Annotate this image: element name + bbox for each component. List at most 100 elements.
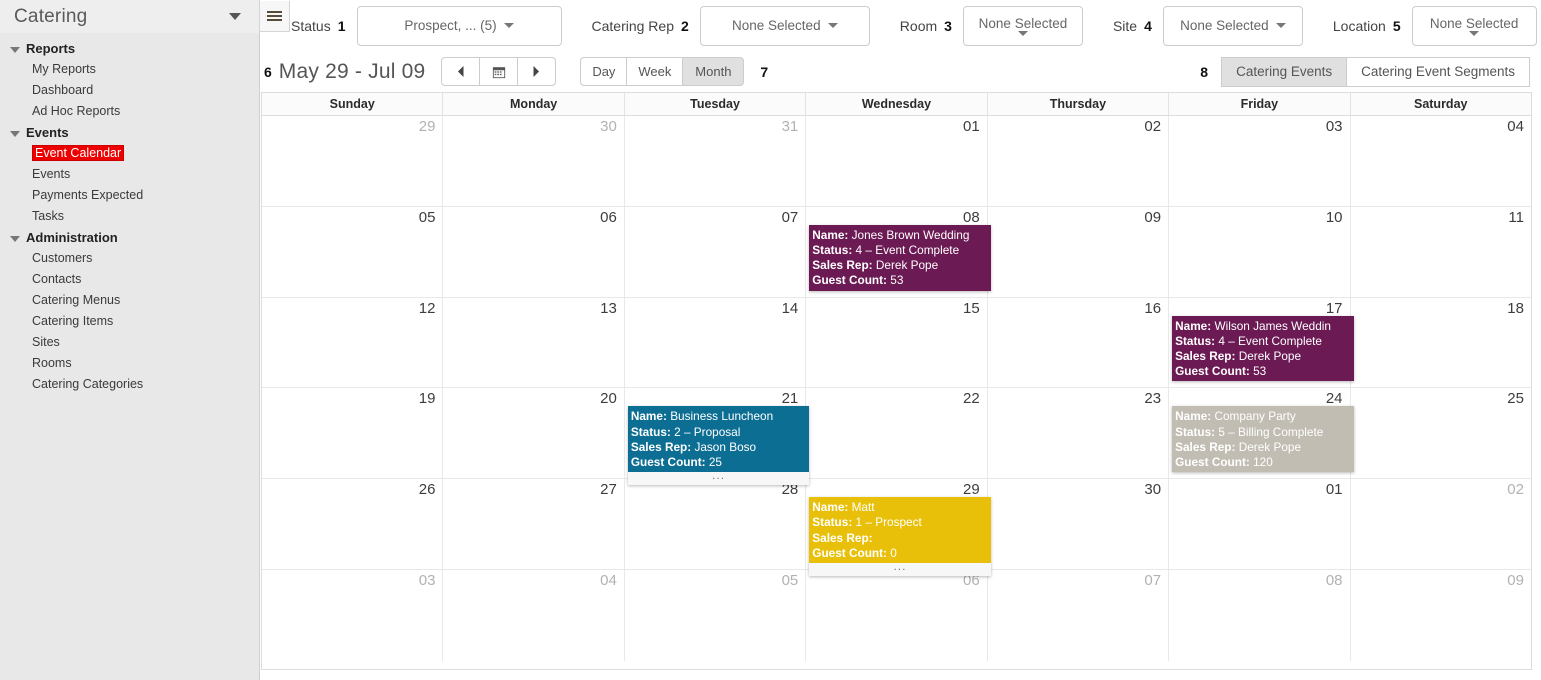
calendar-day-cell[interactable]: 05 (262, 206, 444, 298)
event-field-label: Sales Rep: (812, 530, 873, 545)
calendar-day-cell[interactable]: 07 (624, 206, 807, 298)
calendar-day-cell[interactable]: 06 (443, 206, 625, 298)
calendar-day-cell[interactable]: 17 Name: Wilson James Weddin Status: 4 – E… (1169, 297, 1354, 389)
sidebar-group-administration[interactable]: Administration (0, 227, 259, 248)
status-dropdown[interactable]: Prospect, ... (5) (356, 5, 562, 46)
calendar-day-cell[interactable]: 19 (262, 388, 444, 480)
calendar-day-cell[interactable]: 03 (262, 569, 444, 661)
calendar-event-jones-brown-wedding[interactable]: Name: Jones Brown Wedding Status: 4 – Eve… (809, 224, 991, 291)
chevron-down-icon[interactable] (229, 13, 241, 20)
event-detail-box[interactable]: Name: Jones Brown Wedding Status: 4 – Eve… (809, 224, 991, 291)
view-month-button[interactable]: Month (682, 57, 745, 86)
sidebar-item-dashboard[interactable]: Dashboard (0, 80, 259, 101)
filter-bar: Status 1 Prospect, ... (5) Catering Rep … (261, 0, 1541, 51)
calendar-event-business-luncheon[interactable]: Name: Business Luncheon Status: 2 – Propo… (627, 406, 810, 486)
prev-period-button[interactable] (441, 57, 481, 86)
sidebar-item-label: Catering Categories (32, 377, 144, 391)
calendar-day-cell[interactable]: 29 Name: Matt Status: 1 – Prospect Sales Re… (806, 479, 991, 576)
calendar-day-cell[interactable]: 02 (1350, 479, 1531, 570)
sidebar-item-customers[interactable]: Customers (0, 248, 259, 269)
event-more-indicator[interactable]: ... (809, 560, 990, 576)
sidebar-item-tasks[interactable]: Tasks (0, 206, 259, 227)
calendar-day-cell[interactable]: 22 (806, 388, 988, 480)
calendar-event-company-party[interactable]: Name: Company Party Status: 5 – Billing C… (1172, 406, 1354, 473)
site-dropdown[interactable]: None Selected (1162, 5, 1303, 46)
chevron-down-icon (1275, 23, 1286, 28)
calendar-day-cell[interactable]: 15 (806, 297, 988, 389)
view-week-button[interactable]: Week (626, 57, 684, 86)
sidebar-item-ad-hoc-reports[interactable]: Ad Hoc Reports (0, 101, 259, 122)
sidebar-group-events[interactable]: Events (0, 122, 259, 143)
calendar-day-cell[interactable]: 09 (1351, 570, 1531, 661)
calendar-day-cell[interactable]: 23 (987, 388, 1170, 480)
calendar-day-cell[interactable]: 26 (262, 479, 444, 570)
calendar-event-matt[interactable]: Name: Matt Status: 1 – Prospect Sales Rep:… (809, 497, 991, 576)
calendar-day-cell[interactable]: 11 (1350, 207, 1531, 298)
catering-rep-dropdown[interactable]: None Selected (699, 5, 870, 46)
event-more-indicator[interactable]: ... (628, 469, 809, 485)
tab-catering-events[interactable]: Catering Events (1221, 56, 1348, 87)
sidebar-item-contacts[interactable]: Contacts (0, 269, 259, 290)
calendar-day-cell[interactable]: 03 (1169, 116, 1351, 207)
calendar-day-cell[interactable]: 31 (624, 116, 807, 207)
calendar-day-number: 13 (600, 299, 617, 317)
calendar-day-cell[interactable]: 28 (624, 479, 807, 570)
calendar-day-cell[interactable]: 08 (1169, 569, 1351, 661)
calendar-day-cell[interactable]: 24 Name: Company Party Status: 5 – Billing… (1169, 388, 1354, 480)
sidebar-item-catering-items[interactable]: Catering Items (0, 311, 259, 332)
sidebar-item-catering-categories[interactable]: Catering Categories (0, 374, 259, 395)
event-detail-box[interactable]: Name: Matt Status: 1 – Prospect Sales Rep:… (809, 497, 991, 563)
sidebar-item-label: Rooms (32, 356, 72, 370)
calendar-day-cell[interactable]: 07 (988, 569, 1170, 661)
calendar-day-cell[interactable]: 04 (1350, 116, 1531, 207)
sidebar-item-catering-menus[interactable]: Catering Menus (0, 290, 259, 311)
event-detail-box[interactable]: Name: Wilson James Weddin Status: 4 – Eve… (1172, 315, 1354, 382)
sidebar-item-event-calendar[interactable]: Event Calendar (0, 143, 259, 164)
event-field-label: Guest Count: (1175, 455, 1250, 469)
sidebar-header[interactable]: Catering (0, 0, 259, 33)
calendar-day-cell[interactable]: 04 (443, 569, 625, 661)
location-dropdown[interactable]: None Selected (1411, 5, 1537, 46)
sidebar-item-my-reports[interactable]: My Reports (0, 59, 259, 80)
calendar-day-cell[interactable]: 12 (262, 297, 444, 389)
calendar-day-cell[interactable]: 29 (262, 116, 444, 207)
hamburger-icon[interactable] (259, 1, 290, 32)
event-field-label: Sales Rep: (1175, 439, 1236, 454)
calendar-day-number: 30 (1144, 481, 1162, 499)
event-field-guest-count: Guest Count: 53 (812, 273, 990, 288)
calendar-day-cell[interactable]: 02 (987, 116, 1170, 207)
date-picker-button[interactable] (479, 57, 519, 86)
calendar-day-cell[interactable]: 27 (443, 479, 625, 570)
calendar-day-cell[interactable]: 01 (1169, 479, 1351, 570)
calendar-toolbar: 6 May 29 - Jul 09 Day Week Month 7 8 Cat… (261, 51, 1541, 92)
calendar-day-cell[interactable]: 14 (624, 297, 807, 389)
hamburger-bar (267, 11, 282, 13)
calendar-day-cell[interactable]: 18 (1350, 298, 1531, 389)
room-dropdown[interactable]: None Selected (962, 5, 1083, 46)
tab-catering-event-segments[interactable]: Catering Event Segments (1346, 56, 1530, 87)
calendar-day-cell[interactable]: 09 (987, 206, 1170, 298)
calendar-event-wilson-james-wedding[interactable]: Name: Wilson James Weddin Status: 4 – Eve… (1172, 315, 1354, 382)
calendar-day-cell[interactable]: 25 (1350, 388, 1531, 480)
calendar-day-cell[interactable]: 30 (443, 116, 625, 207)
calendar-day-cell[interactable]: 08 Name: Jones Brown Wedding Status: 4 – E… (806, 206, 991, 298)
event-detail-box[interactable]: Name: Company Party Status: 5 – Billing C… (1172, 406, 1354, 473)
sidebar-group-reports[interactable]: Reports (0, 38, 259, 59)
sidebar-scrollbar[interactable] (237, 33, 251, 673)
calendar-day-cell[interactable]: 06 (806, 569, 988, 661)
view-day-button[interactable]: Day (580, 57, 628, 86)
calendar-day-cell[interactable]: 01 (806, 116, 988, 207)
calendar-day-cell[interactable]: 21 Name: Business Luncheon Status: 2 – Pro… (624, 388, 810, 486)
calendar-day-cell[interactable]: 05 (625, 569, 807, 661)
calendar-day-cell[interactable]: 13 (443, 297, 625, 389)
calendar-day-cell[interactable]: 20 (443, 388, 625, 480)
event-detail-box[interactable]: Name: Business Luncheon Status: 2 – Propo… (627, 406, 810, 473)
sidebar-item-rooms[interactable]: Rooms (0, 353, 259, 374)
calendar-day-cell[interactable]: 30 (987, 479, 1170, 570)
sidebar-item-payments-expected[interactable]: Payments Expected (0, 185, 259, 206)
sidebar-item-sites[interactable]: Sites (0, 332, 259, 353)
calendar-day-cell[interactable]: 16 (987, 297, 1170, 389)
next-period-button[interactable] (517, 57, 557, 86)
sidebar-item-events[interactable]: Events (0, 164, 259, 185)
calendar-day-cell[interactable]: 10 (1169, 206, 1351, 298)
